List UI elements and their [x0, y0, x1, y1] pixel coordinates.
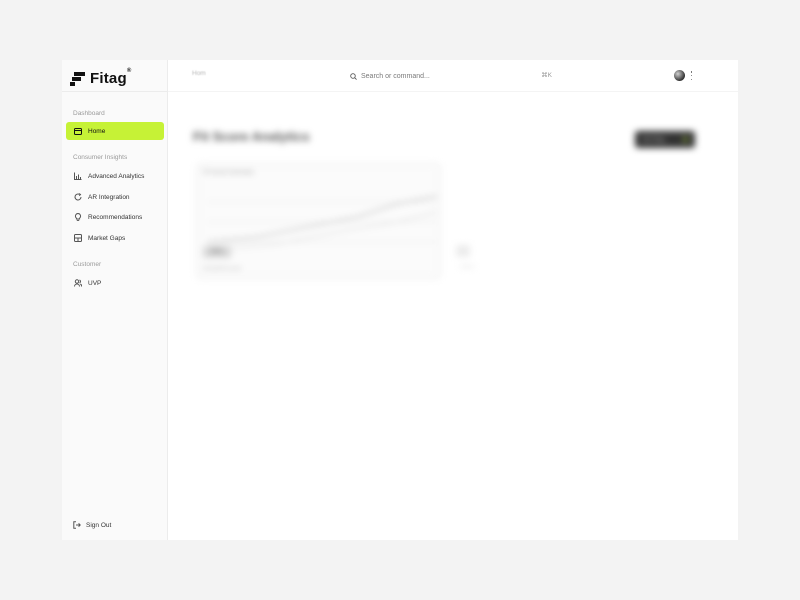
primary-action-button[interactable]: Get Fitag: [635, 131, 695, 148]
section-label-consumer-insights: Consumer Insights: [73, 154, 128, 161]
divider: [62, 91, 168, 92]
sidebar-item-label: Recommendations: [88, 213, 143, 221]
layout-icon: [74, 127, 82, 135]
sidebar-item-label: Advanced Analytics: [88, 172, 145, 180]
sidebar-item-market-gaps[interactable]: Market Gaps: [66, 229, 164, 247]
card-chart: [206, 195, 438, 251]
card-label: Fit Score Overview: [203, 170, 254, 176]
card-value: 82%: [203, 246, 231, 258]
search-icon: [349, 72, 357, 80]
sign-out-label: Sign Out: [86, 521, 112, 529]
brand-name: Fitag®: [90, 68, 132, 87]
users-icon: [74, 279, 82, 287]
section-label-dashboard: Dashboard: [73, 110, 105, 117]
lightbulb-icon: [74, 213, 82, 221]
breadcrumb[interactable]: Hom: [192, 70, 206, 77]
search-input[interactable]: Search or command... ⌘K: [342, 69, 552, 83]
sidebar-item-label: AR Integration: [88, 193, 130, 201]
placeholder-chip: [456, 245, 470, 257]
refresh-icon: [74, 193, 82, 201]
divider: [168, 91, 738, 92]
logout-icon: [73, 521, 81, 529]
shortcut-hint: ⌘K: [541, 72, 552, 79]
sidebar-item-ar-integration[interactable]: AR Integration: [66, 188, 164, 206]
primary-action-label: Get Fitag: [642, 136, 665, 143]
sidebar-item-advanced-analytics[interactable]: Advanced Analytics: [66, 167, 164, 185]
section-label-customer: Customer: [73, 261, 102, 268]
sidebar-item-uvp[interactable]: UVP: [66, 274, 164, 292]
page-title: Fit Score Analytics: [193, 129, 310, 144]
brand-logo[interactable]: Fitag®: [70, 68, 132, 87]
sidebar-item-label: Home: [88, 127, 106, 135]
app-window: Fitag® Dashboard Home Consumer Insights …: [62, 60, 738, 540]
sidebar-item-home[interactable]: Home: [66, 122, 164, 140]
sidebar: Fitag® Dashboard Home Consumer Insights …: [62, 60, 168, 540]
sidebar-item-label: Market Gaps: [88, 234, 126, 242]
status-dot-icon: [683, 137, 688, 142]
avatar[interactable]: [674, 70, 685, 81]
sidebar-item-recommendations[interactable]: Recommendations: [66, 208, 164, 226]
more-menu-icon[interactable]: [690, 71, 693, 80]
grid-box-icon: [74, 234, 82, 242]
fitag-logo-icon: [70, 71, 85, 86]
sidebar-item-label: UVP: [88, 279, 102, 287]
sign-out-button[interactable]: Sign Out: [73, 521, 111, 529]
search-placeholder: Search or command...: [361, 72, 430, 80]
bar-chart-icon: [74, 172, 82, 180]
card-subtitle: Overall fit score: [203, 266, 242, 272]
placeholder-line: [460, 265, 474, 268]
fit-score-card: Fit Score Overview 82% Overall fit score: [196, 163, 441, 279]
